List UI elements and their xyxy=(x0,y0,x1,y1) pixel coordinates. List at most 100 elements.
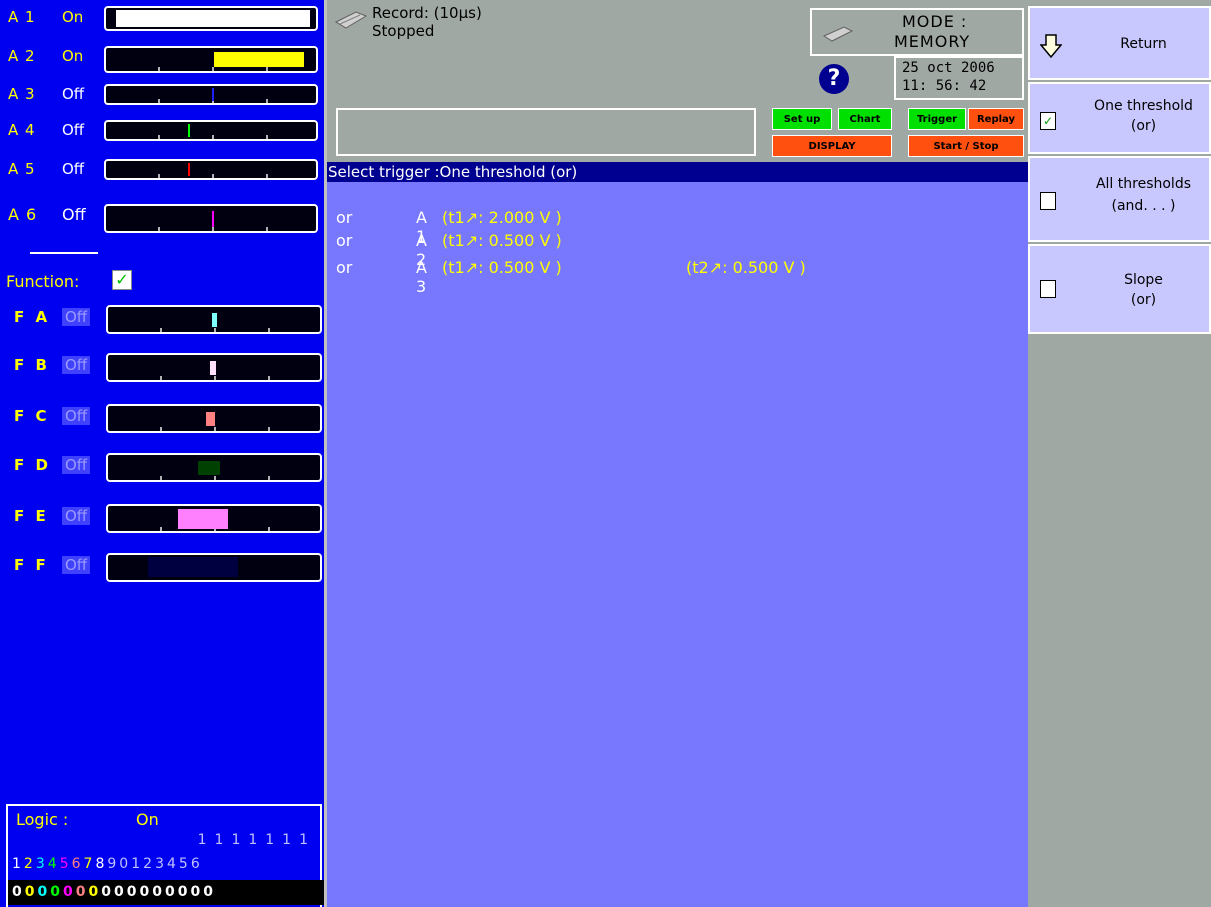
channel-position-track[interactable] xyxy=(104,204,318,233)
datetime-display: 25 oct 2006 11: 56: 42 xyxy=(894,56,1024,100)
logic-bit: 0 xyxy=(37,884,51,900)
date-text: 25 oct 2006 xyxy=(902,60,995,76)
trigger-summary-area: or A 1 (t1↗: 2.000 V ) or A 2 (t1↗: 0.50… xyxy=(324,182,1028,907)
track-ticks xyxy=(106,67,316,71)
channel-name: A 6 xyxy=(8,205,38,224)
function-name: F F xyxy=(14,556,49,574)
channel-position-track[interactable] xyxy=(104,159,318,180)
track-ticks xyxy=(108,376,320,380)
function-position-track[interactable] xyxy=(106,305,322,334)
function-state[interactable]: Off xyxy=(62,356,91,374)
function-row-fd[interactable]: F D Off xyxy=(0,451,324,485)
channel-marker xyxy=(188,163,190,176)
memory-chip-icon xyxy=(822,26,854,42)
function-position-track[interactable] xyxy=(106,504,322,533)
setup-button[interactable]: Set up xyxy=(772,108,832,130)
function-row-fe[interactable]: F E Off xyxy=(0,502,324,536)
function-position-track[interactable] xyxy=(106,404,322,433)
channel-row-a6[interactable]: A 6 Off xyxy=(0,200,324,234)
channel-name: A 1 xyxy=(8,8,36,26)
channel-row-a4[interactable]: A 4 Off xyxy=(0,116,324,150)
function-label: Function: xyxy=(6,272,80,291)
logic-bit: 0 xyxy=(24,884,38,900)
logic-channel-number: 4 xyxy=(47,856,60,872)
all-thresholds-checkbox[interactable] xyxy=(1040,192,1056,210)
function-marker xyxy=(178,509,228,529)
return-button[interactable]: Return xyxy=(1028,6,1211,80)
logic-channel-number: 3 xyxy=(35,856,48,872)
function-checkbox[interactable]: ✓ xyxy=(112,270,132,290)
logic-channel-number: 5 xyxy=(59,856,72,872)
function-row-fc[interactable]: F C Off xyxy=(0,402,324,436)
header-bar: Record: (10µs) Stopped MODE : MEMORY ? 2… xyxy=(324,0,1028,162)
function-row-ff[interactable]: F F Off xyxy=(0,551,324,585)
trigger-button[interactable]: Trigger xyxy=(908,108,966,130)
channel-name: A 3 xyxy=(8,85,36,103)
channel-row-a1[interactable]: A 1 On xyxy=(0,3,324,37)
logic-bit: 0 xyxy=(203,884,216,900)
logic-channel-number: 3 xyxy=(155,856,167,872)
function-state[interactable]: Off xyxy=(62,456,91,474)
channel-position-track[interactable] xyxy=(104,120,318,141)
function-state[interactable]: Off xyxy=(62,556,91,574)
channel-name: A 5 xyxy=(8,160,36,178)
slope-button[interactable]: Slope (or) xyxy=(1028,244,1211,334)
channel-state[interactable]: On xyxy=(62,47,83,65)
one-threshold-checkbox[interactable]: ✓ xyxy=(1040,112,1056,130)
all-thresholds-button[interactable]: All thresholds (and. . . ) xyxy=(1028,156,1211,242)
logic-state[interactable]: On xyxy=(136,810,159,829)
menu-item-line1: All thresholds xyxy=(1095,176,1192,192)
status-text: Select trigger :One threshold (or) xyxy=(328,163,578,181)
mode-value: MEMORY xyxy=(894,32,971,51)
logic-label: Logic : xyxy=(16,810,69,829)
slope-checkbox[interactable] xyxy=(1040,280,1056,298)
channel-state[interactable]: Off xyxy=(62,205,86,224)
logic-panel[interactable]: Logic : On 1111111 1234567890123456 0000… xyxy=(6,804,324,907)
logic-bit: 0 xyxy=(101,884,114,900)
help-icon[interactable]: ? xyxy=(819,64,849,94)
function-position-track[interactable] xyxy=(106,553,322,582)
function-state[interactable]: Off xyxy=(62,308,91,326)
channel-row-a3[interactable]: A 3 Off xyxy=(0,80,324,114)
logic-bit: 0 xyxy=(12,884,25,900)
function-row-fa[interactable]: F A Off xyxy=(0,303,324,337)
logic-channel-number: 7 xyxy=(83,856,96,872)
logic-bit: 0 xyxy=(88,884,102,900)
function-position-track[interactable] xyxy=(106,353,322,382)
channel-position-track[interactable] xyxy=(104,6,318,31)
function-name: F D xyxy=(14,456,51,474)
channel-state[interactable]: Off xyxy=(62,160,84,178)
logic-bit: 0 xyxy=(165,884,178,900)
start-stop-button[interactable]: Start / Stop xyxy=(908,135,1024,157)
channel-state[interactable]: Off xyxy=(62,85,84,103)
return-label: Return xyxy=(1120,36,1167,52)
logic-bit: 0 xyxy=(63,884,76,900)
logic-bit: 0 xyxy=(177,884,191,900)
logic-channel-number: 2 xyxy=(23,856,36,872)
track-ticks xyxy=(106,174,316,178)
function-state[interactable]: Off xyxy=(62,507,91,525)
record-status: Stopped xyxy=(372,22,435,40)
channel-position-track[interactable] xyxy=(104,84,318,105)
track-ticks xyxy=(108,328,320,332)
channel-row-a5[interactable]: A 5 Off xyxy=(0,155,324,189)
display-button[interactable]: DISPLAY xyxy=(772,135,892,157)
trigger-operator: or xyxy=(336,231,353,250)
message-box xyxy=(336,108,756,156)
channel-state[interactable]: On xyxy=(62,8,83,26)
function-marker xyxy=(210,361,216,375)
menu-item-line2: (or) xyxy=(1130,292,1157,308)
function-position-track[interactable] xyxy=(106,453,322,482)
channel-row-a2[interactable]: A 2 On xyxy=(0,42,324,76)
channel-state[interactable]: Off xyxy=(62,121,84,139)
channel-position-track[interactable] xyxy=(104,46,318,73)
function-state[interactable]: Off xyxy=(62,407,91,425)
channel-marker xyxy=(188,124,190,137)
one-threshold-button[interactable]: ✓ One threshold (or) xyxy=(1028,82,1211,154)
chart-button[interactable]: Chart xyxy=(838,108,892,130)
logic-bit: 0 xyxy=(50,884,63,900)
function-row-fb[interactable]: F B Off xyxy=(0,351,324,385)
mode-label: MODE : xyxy=(902,12,968,31)
channel-marker xyxy=(116,10,310,27)
replay-button[interactable]: Replay xyxy=(968,108,1024,130)
